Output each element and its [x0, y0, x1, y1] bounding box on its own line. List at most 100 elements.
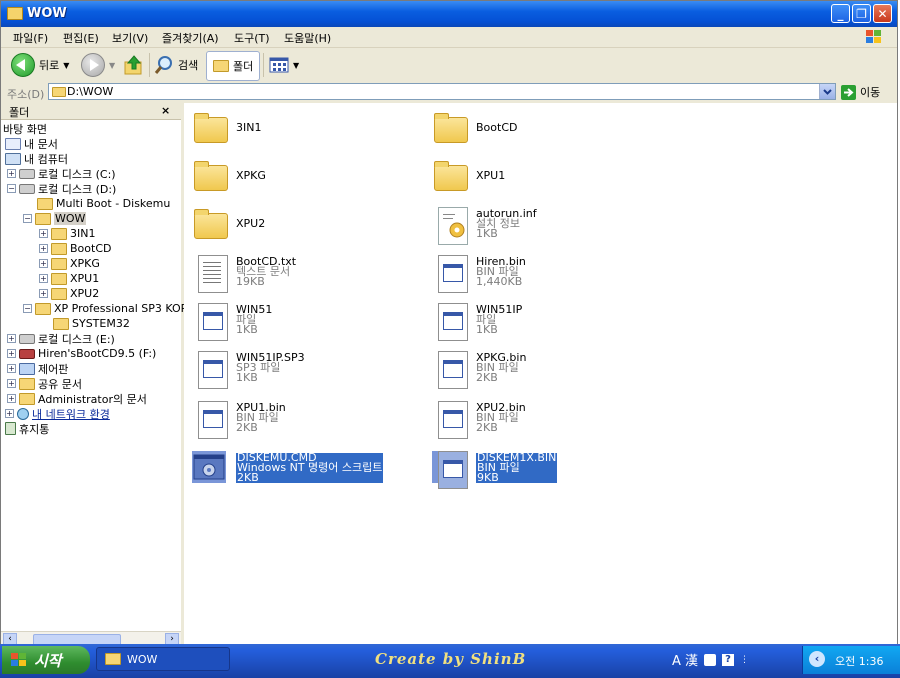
documents-icon — [5, 137, 21, 150]
menu-favorites[interactable]: 즐겨찾기(A) — [162, 30, 219, 46]
tree-item-multiboot[interactable]: Multi Boot - Diskemu — [37, 196, 170, 211]
tree-item-label: XPU2 — [70, 287, 100, 300]
up-folder-button[interactable] — [123, 51, 145, 79]
file-item-xpu1[interactable]: XPU1 — [428, 155, 648, 195]
tree-item-my-computer[interactable]: 내 컴퓨터 — [5, 151, 68, 166]
address-label: 주소(D) — [7, 88, 45, 101]
start-label: 시작 — [34, 651, 62, 670]
tree-item-network[interactable]: + 내 네트워크 환경 — [5, 406, 110, 421]
start-button[interactable]: 시작 — [2, 646, 90, 674]
chevron-down-icon[interactable]: ▼ — [109, 61, 115, 70]
file-item-autorun[interactable]: autorun.inf 설치 정보 1KB — [428, 203, 648, 245]
ime-tool-icon[interactable] — [704, 653, 717, 666]
expand-icon[interactable]: + — [39, 289, 48, 298]
tree-item-wow[interactable]: − WOW — [23, 211, 87, 226]
expand-icon[interactable]: + — [7, 169, 16, 178]
chevron-down-icon[interactable]: ▼ — [293, 61, 299, 70]
back-button[interactable]: 뒤로 ▼ — [11, 51, 69, 79]
tree-item-my-documents[interactable]: 내 문서 — [5, 136, 58, 151]
maximize-button[interactable]: ❐ — [852, 4, 871, 23]
tree-item-admin-docs[interactable]: + Administrator의 문서 — [7, 391, 147, 406]
search-label: 검색 — [178, 59, 199, 72]
tree-item-drive-f[interactable]: + Hiren'sBootCD9.5 (F:) — [7, 346, 156, 361]
expand-icon[interactable]: + — [5, 409, 14, 418]
address-dropdown-button[interactable] — [819, 84, 835, 99]
expand-icon[interactable]: + — [7, 364, 16, 373]
ime-mode[interactable]: A 漢 — [672, 650, 698, 669]
tree-item-drive-e[interactable]: + 로컬 디스크 (E:) — [7, 331, 115, 346]
title-bar[interactable]: WOW _ ❐ ✕ — [1, 1, 897, 27]
go-button[interactable]: 이동 — [841, 84, 880, 100]
close-button[interactable]: ✕ — [873, 4, 892, 23]
folder-icon — [37, 197, 53, 210]
chevron-down-icon[interactable]: ▼ — [63, 61, 69, 70]
tree-item-shared-docs[interactable]: + 공유 문서 — [7, 376, 82, 391]
tree-item-xp-professional[interactable]: − XP Professional SP3 KOR — [23, 301, 188, 316]
file-item-win51ip-sp3[interactable]: WIN51IP.SP3 SP3 파일 1KB — [188, 347, 408, 389]
file-name: XPU1 — [476, 169, 506, 182]
address-input[interactable]: D:\WOW — [48, 83, 836, 100]
tree-item-control-panel[interactable]: + 제어판 — [7, 361, 68, 376]
file-item-diskemu-cmd[interactable]: DISKEMU.CMD Windows NT 명령어 스크립트 2KB — [188, 447, 408, 487]
language-bar[interactable]: A 漢 ? ⋮ — [672, 650, 749, 669]
tree-item-xpkg[interactable]: + XPKG — [39, 256, 100, 271]
expand-icon[interactable]: + — [7, 349, 16, 358]
go-label: 이동 — [860, 86, 881, 99]
expand-icon[interactable]: + — [7, 379, 16, 388]
folder-pane-close-button[interactable]: × — [161, 104, 170, 117]
file-item-xpkg[interactable]: XPKG — [188, 155, 408, 195]
tree-item-drive-c[interactable]: + 로컬 디스크 (C:) — [7, 166, 116, 181]
file-item-xpu2[interactable]: XPU2 — [188, 203, 408, 243]
file-item-xpu2-bin[interactable]: XPU2.bin BIN 파일 2KB — [428, 397, 648, 439]
file-item-bootcd-txt[interactable]: BootCD.txt 텍스트 문서 19KB — [188, 251, 408, 293]
menu-help[interactable]: 도움말(H) — [284, 30, 331, 46]
minimize-button[interactable]: _ — [831, 4, 850, 23]
folder-icon — [432, 159, 468, 191]
tree-item-bootcd[interactable]: + BootCD — [39, 241, 111, 256]
collapse-icon[interactable]: − — [23, 304, 32, 313]
views-button[interactable]: ▼ — [269, 51, 299, 79]
folders-label: 폴더 — [233, 60, 254, 73]
file-size: 1KB — [476, 227, 498, 240]
expand-icon[interactable]: + — [39, 229, 48, 238]
file-item-win51ip[interactable]: WIN51IP 파일 1KB — [428, 299, 648, 341]
menu-tools[interactable]: 도구(T) — [234, 30, 270, 46]
menu-view[interactable]: 보기(V) — [112, 30, 148, 46]
bin-file-icon — [192, 351, 228, 389]
tree-item-label: XPKG — [70, 257, 100, 270]
tree-item-recycle-bin[interactable]: 휴지통 — [5, 421, 49, 436]
file-item-xpkg-bin[interactable]: XPKG.bin BIN 파일 2KB — [428, 347, 648, 389]
expand-icon[interactable]: + — [39, 259, 48, 268]
file-item-3in1[interactable]: 3IN1 — [188, 107, 408, 147]
expand-icon[interactable]: + — [39, 274, 48, 283]
search-button[interactable]: 검색 — [154, 51, 198, 79]
expand-icon[interactable]: + — [39, 244, 48, 253]
menu-edit[interactable]: 편집(E) — [63, 30, 99, 46]
file-item-diskem1x-bin[interactable]: DISKEM1X.BIN BIN 파일 9KB — [428, 447, 648, 489]
computer-icon — [5, 152, 21, 165]
language-bar-options-icon[interactable]: ⋮ — [740, 655, 749, 665]
forward-button[interactable]: ▼ — [81, 51, 115, 79]
file-item-hiren-bin[interactable]: Hiren.bin BIN 파일 1,440KB — [428, 251, 648, 293]
expand-icon[interactable]: + — [7, 334, 16, 343]
tree-item-3in1[interactable]: + 3IN1 — [39, 226, 95, 241]
menu-file[interactable]: 파일(F) — [13, 30, 48, 46]
folders-button[interactable]: 폴더 — [206, 51, 261, 81]
tree-item-xpu2[interactable]: + XPU2 — [39, 286, 99, 301]
tree-item-system32[interactable]: SYSTEM32 — [53, 316, 130, 331]
tree-item-label: 로컬 디스크 (E:) — [38, 332, 115, 346]
tree-item-drive-d[interactable]: − 로컬 디스크 (D:) — [7, 181, 116, 196]
file-item-win51[interactable]: WIN51 파일 1KB — [188, 299, 408, 341]
cd-drive-icon — [19, 348, 35, 359]
taskbar-window-button[interactable]: WOW — [96, 647, 230, 671]
expand-icon[interactable]: + — [7, 394, 16, 403]
tree-item-xpu1[interactable]: + XPU1 — [39, 271, 99, 286]
file-item-xpu1-bin[interactable]: XPU1.bin BIN 파일 2KB — [188, 397, 408, 439]
help-icon[interactable]: ? — [722, 653, 735, 666]
tree-item-desktop[interactable]: 바탕 화면 — [3, 121, 47, 136]
collapse-icon[interactable]: − — [23, 214, 32, 223]
tree-item-label: WOW — [54, 212, 87, 225]
collapse-icon[interactable]: − — [7, 184, 16, 193]
tray-expand-icon[interactable]: ‹ — [809, 651, 825, 667]
file-item-bootcd[interactable]: BootCD — [428, 107, 648, 147]
